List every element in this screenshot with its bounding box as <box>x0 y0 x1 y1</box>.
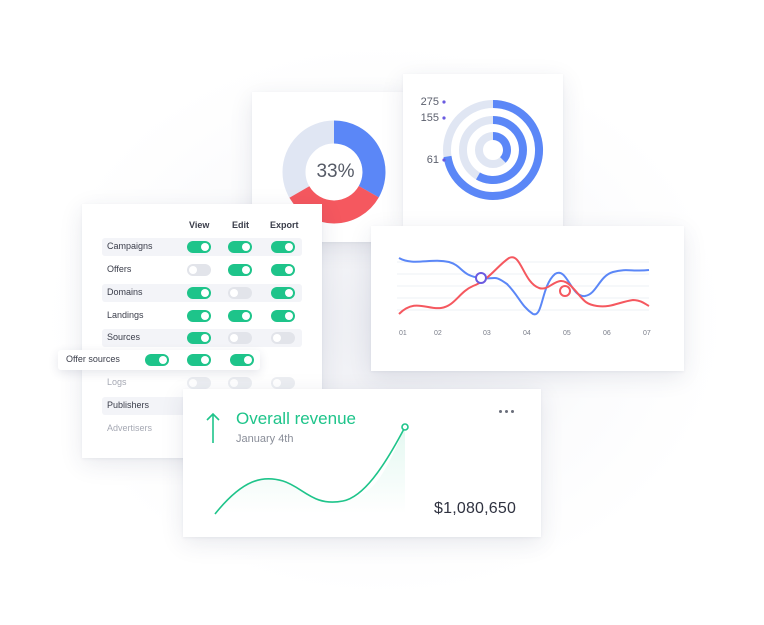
toggle-export[interactable] <box>271 377 295 389</box>
permission-label: Domains <box>107 287 143 297</box>
column-header-edit: Edit <box>232 220 249 230</box>
radial-tick-label: 61 <box>426 154 439 166</box>
toggle-export[interactable] <box>271 241 295 253</box>
toggle-view[interactable] <box>187 310 211 322</box>
toggle-view[interactable] <box>145 354 169 366</box>
revenue-card: Overall revenue January 4th $1,080,650 <box>183 389 541 537</box>
radial-tick-dot <box>442 158 446 162</box>
radial-tick-dot <box>442 116 446 120</box>
red-series-marker[interactable] <box>559 285 571 297</box>
radial-tick-dot <box>442 100 446 104</box>
blue-series-marker[interactable] <box>475 272 487 284</box>
toggle-edit[interactable] <box>228 332 252 344</box>
toggle-view[interactable] <box>187 264 211 276</box>
permission-label: Sources <box>107 332 141 342</box>
x-tick-label: 04 <box>523 330 531 337</box>
x-tick-label: 06 <box>603 330 611 337</box>
sparkline-end-marker <box>401 423 409 431</box>
radial-arc-155 <box>476 116 527 184</box>
x-tick-label: 05 <box>563 330 571 337</box>
permission-label: Logs <box>107 377 127 387</box>
toggle-edit[interactable] <box>228 264 252 276</box>
radial-tick-label: 275 <box>420 96 439 108</box>
toggle-edit[interactable] <box>228 377 252 389</box>
toggle-edit[interactable] <box>187 354 211 366</box>
radial-chart-card: 275 155 61 <box>403 74 563 226</box>
toggle-edit[interactable] <box>228 241 252 253</box>
x-tick-label: 07 <box>643 330 651 337</box>
permission-row-landings: Landings <box>102 307 302 325</box>
line-chart <box>397 256 650 316</box>
radial-tick-label: 155 <box>420 112 439 124</box>
permission-label: Offer sources <box>66 354 120 364</box>
permission-row-sources: Sources <box>102 329 302 347</box>
toggle-export[interactable] <box>271 310 295 322</box>
toggle-export[interactable] <box>230 354 254 366</box>
toggle-view[interactable] <box>187 377 211 389</box>
toggle-view[interactable] <box>187 332 211 344</box>
x-tick-label: 02 <box>434 330 442 337</box>
line-chart-card: 01 02 03 04 05 06 07 <box>371 226 684 371</box>
permission-row-campaigns: Campaigns <box>102 238 302 256</box>
permission-label: Landings <box>107 310 144 320</box>
x-tick-label: 03 <box>483 330 491 337</box>
toggle-view[interactable] <box>187 241 211 253</box>
permission-label: Offers <box>107 264 132 274</box>
permission-label: Campaigns <box>107 241 153 251</box>
toggle-edit[interactable] <box>228 287 252 299</box>
revenue-amount: $1,080,650 <box>434 500 517 517</box>
toggle-view[interactable] <box>187 287 211 299</box>
radial-arc-61 <box>492 132 511 163</box>
permission-label: Advertisers <box>107 423 153 433</box>
x-tick-label: 01 <box>399 330 407 337</box>
toggle-export[interactable] <box>271 264 295 276</box>
permission-row-offer-sources: Offer sources <box>58 350 260 370</box>
column-header-view: View <box>189 220 210 230</box>
sparkline-area <box>215 427 405 514</box>
permission-label: Publishers <box>107 400 150 410</box>
permission-row-offers: Offers <box>102 261 302 279</box>
toggle-export[interactable] <box>271 332 295 344</box>
toggle-export[interactable] <box>271 287 295 299</box>
column-header-export: Export <box>270 220 299 230</box>
toggle-edit[interactable] <box>228 310 252 322</box>
permission-row-domains: Domains <box>102 284 302 302</box>
